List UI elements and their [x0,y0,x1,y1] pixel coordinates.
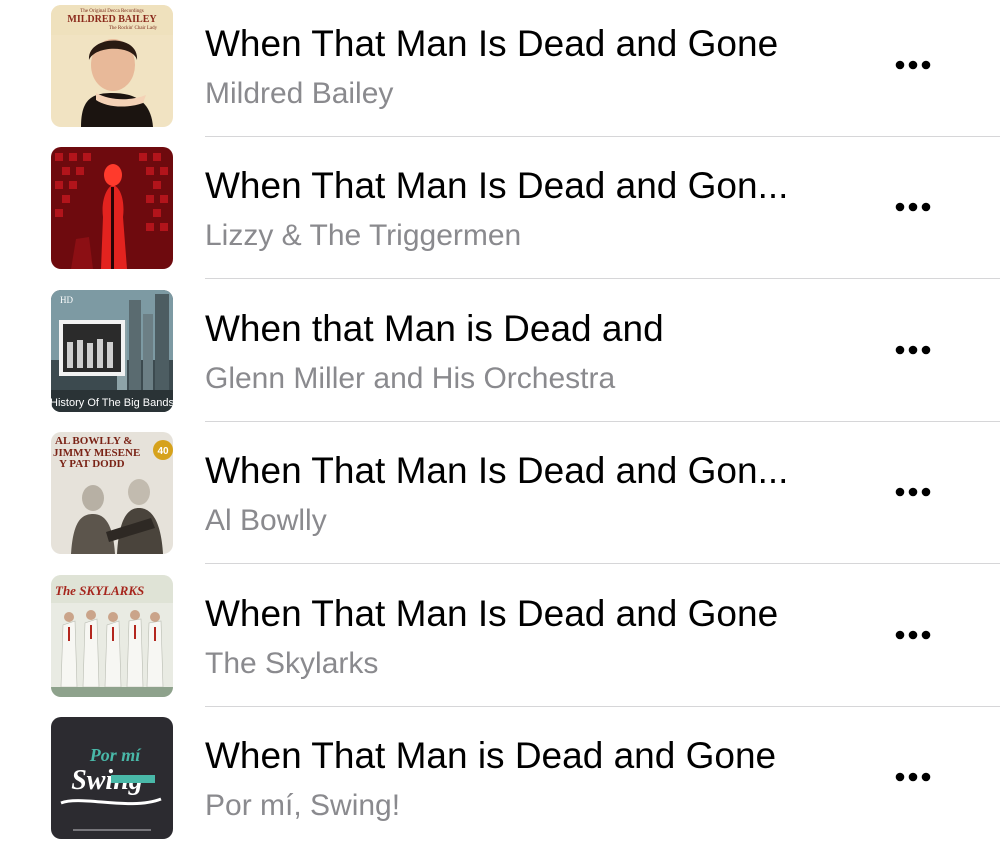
artwork-text: Y PAT DODD [59,458,125,470]
song-title: When That Man Is Dead and Gon... [205,450,789,491]
album-artwork: AL BOWLLY & JIMMY MESENE Y PAT DODD 40 [51,432,173,554]
song-title: When That Man Is Dead and Gon... [205,165,789,206]
album-artwork-image: The Original Decca Recordings MILDRED BA… [51,5,173,127]
row-separator [205,562,1000,564]
song-row[interactable]: When That Man Is Dead and Gon... Lizzy &… [0,142,1000,284]
artwork-text: History Of The Big Bands [51,397,173,409]
artwork-text: The SKYLARKS [55,583,144,598]
album-artwork: The Original Decca Recordings MILDRED BA… [51,5,173,127]
song-artist: Lizzy & The Triggermen [205,219,522,252]
song-row[interactable]: Por mí Swing When That Man is Dead and G… [0,712,1000,847]
song-artist: Al Bowlly [205,504,327,537]
artwork-text: The Rockin' Chair Lady [109,26,158,31]
artwork-text: HD [60,295,73,305]
ellipsis-horizontal-icon [895,345,931,355]
artwork-text: AL BOWLLY & [55,435,132,447]
album-artwork-image: Por mí Swing [51,717,173,839]
more-button[interactable] [888,194,938,220]
more-button[interactable] [888,479,938,505]
song-title: When That Man Is Dead and Gone [205,593,779,634]
album-artwork: The SKYLARKS [51,575,173,697]
album-artwork-image: The SKYLARKS [51,575,173,697]
more-button[interactable] [888,337,938,363]
row-separator [205,420,1000,422]
song-artist: Por mí, Swing! [205,789,401,822]
album-artwork-image: HD History Of The Big Bands [51,290,173,412]
ellipsis-horizontal-icon [895,202,931,212]
song-title: When That Man Is Dead and Gone [205,23,779,64]
song-artist: Glenn Miller and His Orchestra [205,362,616,395]
album-artwork-image [51,147,173,269]
artwork-text: MILDRED BAILEY [67,14,157,25]
album-artwork: Por mí Swing [51,717,173,839]
song-row[interactable]: The SKYLARKS When That Man Is Dead and G… [0,570,1000,712]
song-title: When That Man is Dead and Gone [205,735,777,776]
ellipsis-horizontal-icon [895,487,931,497]
more-button[interactable] [888,52,938,78]
album-artwork [51,147,173,269]
artwork-text: 40 [157,446,169,457]
ellipsis-horizontal-icon [895,772,931,782]
song-row[interactable]: The Original Decca Recordings MILDRED BA… [0,0,1000,142]
more-button[interactable] [888,622,938,648]
song-artist: The Skylarks [205,647,379,680]
song-row[interactable]: AL BOWLLY & JIMMY MESENE Y PAT DODD 40 W… [0,427,1000,569]
artwork-text: Por mí [89,745,143,765]
ellipsis-horizontal-icon [895,60,931,70]
more-button[interactable] [888,764,938,790]
song-artist: Mildred Bailey [205,77,394,110]
album-artwork: HD History Of The Big Bands [51,290,173,412]
row-separator [205,705,1000,707]
ellipsis-horizontal-icon [895,630,931,640]
row-separator [205,135,1000,137]
album-artwork-image: AL BOWLLY & JIMMY MESENE Y PAT DODD 40 [51,432,173,554]
row-separator [205,277,1000,279]
song-list: The Original Decca Recordings MILDRED BA… [0,0,1000,847]
song-title: When that Man is Dead and [205,308,664,349]
song-row[interactable]: HD History Of The Big Bands When that Ma… [0,285,1000,427]
